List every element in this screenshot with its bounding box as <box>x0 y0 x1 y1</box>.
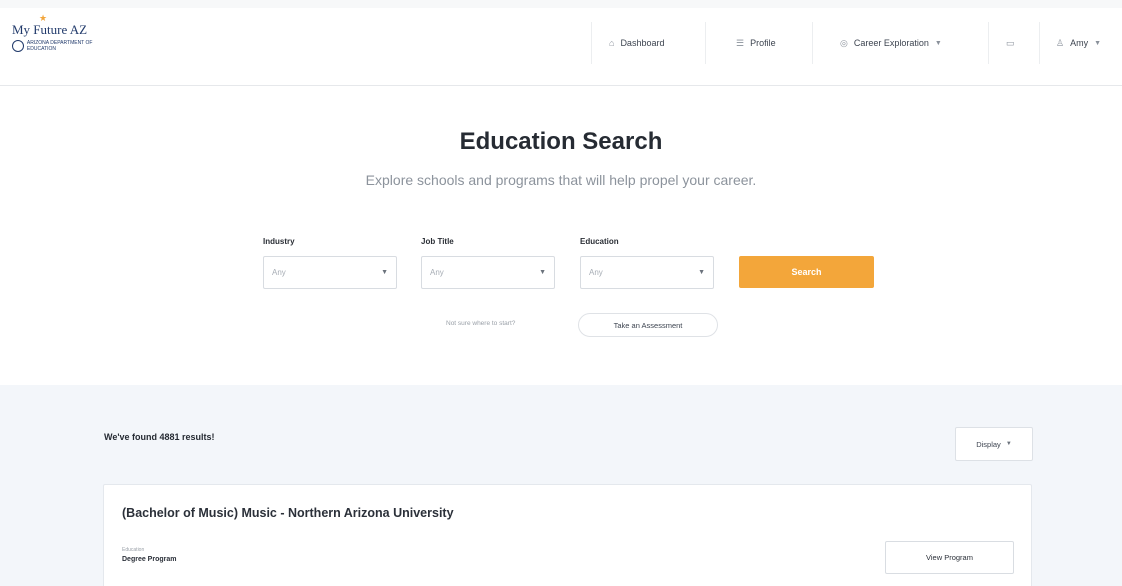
industry-select[interactable]: Any ▼ <box>263 256 397 289</box>
education-select[interactable]: Any ▼ <box>580 256 714 289</box>
take-assessment-button[interactable]: Take an Assessment <box>578 313 718 337</box>
job-title-label: Job Title <box>421 237 454 246</box>
top-navigation-bar: ★ My Future AZ ARIZONA DEPARTMENT OF EDU… <box>0 0 1122 86</box>
chevron-down-icon: ▼ <box>1094 39 1102 47</box>
result-title[interactable]: (Bachelor of Music) Music - Northern Ari… <box>122 506 454 520</box>
inbox-icon: ▭ <box>1006 37 1015 48</box>
logo-subtitle: ARIZONA DEPARTMENT OF EDUCATION <box>26 40 93 52</box>
page-title: Education Search <box>459 128 663 155</box>
nav-career-label: Career Exploration <box>853 38 929 48</box>
display-dropdown[interactable]: Display ▼ <box>955 427 1033 461</box>
results-count: We've found 4881 results! <box>104 432 215 442</box>
result-meta-value: Degree Program <box>122 556 177 563</box>
nav-dashboard-label: Dashboard <box>620 38 665 48</box>
chevron-down-icon: ▼ <box>381 269 388 276</box>
logo-subtitle-row: ARIZONA DEPARTMENT OF EDUCATION <box>12 40 122 52</box>
page-subtitle: Explore schools and programs that will h… <box>365 172 757 188</box>
industry-label: Industry <box>263 237 295 246</box>
nav-divider <box>812 22 813 64</box>
view-program-button[interactable]: View Program <box>885 541 1014 574</box>
user-icon: ♙ <box>1056 37 1065 48</box>
result-meta-label: Education <box>122 547 145 553</box>
chevron-down-icon: ▼ <box>539 269 546 276</box>
site-logo[interactable]: ★ My Future AZ ARIZONA DEPARTMENT OF EDU… <box>12 13 122 52</box>
education-select-value: Any <box>589 268 603 277</box>
chevron-down-icon: ▼ <box>934 39 942 47</box>
logo-star-icon: ★ <box>39 13 48 23</box>
nav-dashboard[interactable]: ⌂ Dashboard <box>609 22 664 64</box>
nav-inbox[interactable]: ▭ <box>1006 22 1015 64</box>
search-button[interactable]: Search <box>739 256 874 288</box>
job-title-select[interactable]: Any ▼ <box>421 256 555 289</box>
result-card: (Bachelor of Music) Music - Northern Ari… <box>103 484 1032 586</box>
not-sure-text: Not sure where to start? <box>446 320 516 327</box>
profile-icon: ☰ <box>736 37 745 48</box>
nav-divider <box>705 22 706 64</box>
nav-career-exploration[interactable]: ◎ Career Exploration ▼ <box>840 22 942 64</box>
career-icon: ◎ <box>840 37 848 48</box>
job-title-select-value: Any <box>430 268 444 277</box>
display-dropdown-label: Display <box>976 439 1001 449</box>
nav-user-menu[interactable]: ♙ Amy ▼ <box>1056 22 1101 64</box>
chevron-down-icon: ▼ <box>1005 441 1012 447</box>
industry-select-value: Any <box>272 268 286 277</box>
nav-divider <box>591 22 592 64</box>
nav-user-label: Amy <box>1070 38 1089 48</box>
top-strip <box>0 0 1122 8</box>
nav-profile-label: Profile <box>750 38 776 48</box>
nav-divider <box>1039 22 1040 64</box>
chevron-down-icon: ▼ <box>698 269 705 276</box>
dashboard-icon: ⌂ <box>609 38 615 48</box>
logo-title: ★ My Future AZ <box>12 13 122 38</box>
logo-title-text: My Future AZ <box>12 22 88 37</box>
seal-icon <box>12 40 24 52</box>
education-label: Education <box>580 237 619 246</box>
nav-profile[interactable]: ☰ Profile <box>736 22 776 64</box>
nav-divider <box>988 22 989 64</box>
